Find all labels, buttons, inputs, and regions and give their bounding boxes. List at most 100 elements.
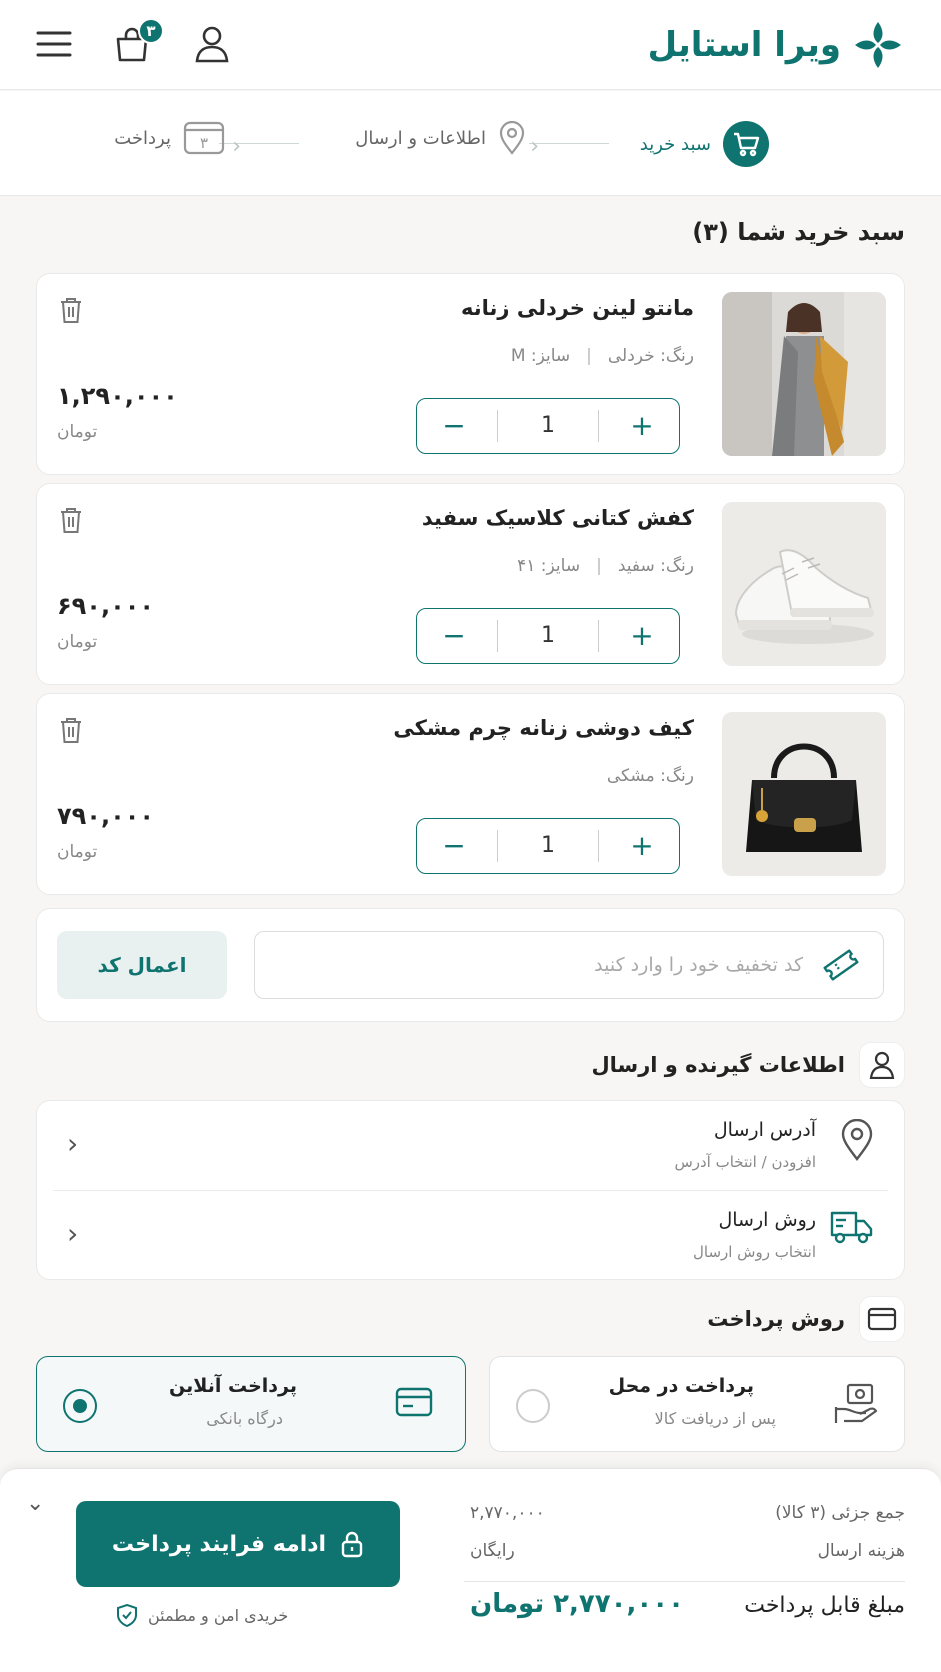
cart-button[interactable]: ۳ [110,18,164,66]
coupon-input[interactable] [383,954,803,976]
total-value: ۲,۷۷۰,۰۰۰ تومان [470,1589,685,1619]
quantity-stepper: + 1 − [416,608,680,664]
remove-item-button[interactable] [59,506,83,538]
credit-card-icon [395,1387,433,1417]
decrease-qty-button[interactable]: − [439,412,469,440]
continue-payment-button[interactable]: ادامه فرایند پرداخت [76,1501,400,1587]
quantity-stepper: + 1 − [416,818,680,874]
apply-coupon-button[interactable]: اعمال کد [57,931,227,999]
address-title: آدرس ارسال [713,1119,816,1141]
location-pin-icon [841,1119,873,1161]
remove-item-button[interactable] [59,716,83,748]
product-color: رنگ: مشکی [606,766,694,786]
order-summary-bar: ⌄ جمع جزئی (۳ کالا) ۲,۷۷۰,۰۰۰ هزینه ارسا… [0,1468,941,1672]
quantity-stepper: + 1 − [416,398,680,454]
product-price: ۱,۲۹۰,۰۰۰ [57,382,178,410]
shield-check-icon [117,1603,137,1627]
payment-option-subtitle: درگاه بانکی [206,1409,283,1428]
trash-icon [61,718,81,743]
section-heading: اطلاعات گیرنده و ارسال [591,1053,845,1077]
radio-button-selected[interactable] [63,1389,97,1423]
chevron-left-icon: ‹ [67,1127,79,1160]
decrease-qty-button[interactable]: − [439,622,469,650]
product-name: کفش کتانی کلاسیک سفید [421,506,694,530]
step-label: پرداخت [114,127,171,149]
product-name: کیف دوشی زنانه چرم مشکی [393,716,694,740]
cart-icon [723,121,769,167]
brand-logo[interactable]: ویرا استایل [648,18,905,72]
cart-count-badge: ۳ [138,18,164,44]
step-cart[interactable]: سبد خرید [640,121,769,167]
product-color: رنگ: سفید [617,556,694,576]
product-color: رنگ: خردلی [607,346,694,366]
coupon-field [254,931,884,999]
shipping-method-row[interactable]: روش ارسال انتخاب روش ارسال ‹ [53,1191,888,1279]
increase-qty-button[interactable]: + [627,622,657,650]
increase-qty-button[interactable]: + [627,412,657,440]
address-subtitle: افزودن / انتخاب آدرس [674,1153,816,1171]
lock-icon [341,1531,363,1558]
shipping-title: روش ارسال [718,1209,816,1231]
subtotal-value: ۲,۷۷۰,۰۰۰ [470,1503,545,1523]
product-attributes: رنگ: خردلی | سایز: M [511,346,694,366]
cart-item: کفش کتانی کلاسیک سفید رنگ: سفید | سایز: … [36,483,905,685]
chevron-left-icon: ‹ [232,134,241,159]
shipping-address-row[interactable]: آدرس ارسال افزودن / انتخاب آدرس ‹ [53,1101,888,1189]
ticket-icon [823,949,859,981]
delivery-truck-icon [830,1211,873,1244]
payment-option-online[interactable]: پرداخت آنلاین درگاه بانکی [36,1356,466,1452]
product-price: ۷۹۰,۰۰۰ [57,802,155,830]
currency-label: تومان [57,632,98,652]
user-icon [859,1042,905,1088]
increase-qty-button[interactable]: + [627,832,657,860]
product-image-sneakers[interactable] [722,502,886,666]
flower-logo-icon [855,22,901,68]
account-button[interactable] [190,22,234,66]
section-heading: روش پرداخت [707,1307,845,1331]
chevron-down-icon[interactable]: ⌄ [26,1491,44,1516]
cart-item: مانتو لینن خردلی زنانه رنگ: خردلی | سایز… [36,273,905,475]
quantity-value: 1 [497,830,599,862]
product-image-coat[interactable] [722,292,886,456]
svg-text:۳: ۳ [200,134,208,152]
step-label: اطلاعات و ارسال [355,127,486,149]
quantity-value: 1 [497,410,599,442]
product-name: مانتو لینن خردلی زنانه [461,296,694,320]
receiver-card: آدرس ارسال افزودن / انتخاب آدرس ‹ روش ار… [36,1100,905,1280]
cta-label: ادامه فرایند پرداخت [111,1531,327,1557]
step-label: سبد خرید [639,133,711,155]
menu-button[interactable] [32,22,76,66]
product-attributes: رنگ: مشکی [607,766,694,786]
payment-card-icon: ۳ [183,121,225,155]
shipping-subtitle: انتخاب روش ارسال [692,1243,816,1261]
receiver-section-title: اطلاعات گیرنده و ارسال [591,1042,905,1088]
chevron-left-icon: ‹ [530,134,539,159]
divider: | [596,556,602,576]
hamburger-menu-icon [36,31,72,57]
step-payment[interactable]: ۳ پرداخت [114,121,225,155]
card-icon [859,1296,905,1342]
total-label: مبلغ قابل پرداخت [744,1593,905,1618]
cart-title: سبد خرید شما (۳) [692,218,905,246]
subtotal-label: جمع جزئی (۳ کالا) [775,1503,905,1523]
secure-purchase-note: خریدی امن و مطمئن [116,1603,288,1627]
step-connector [529,143,609,144]
divider: | [586,346,592,366]
radio-button[interactable] [516,1389,550,1423]
payment-option-cod[interactable]: پرداخت در محل پس از دریافت کالا [489,1356,905,1452]
decrease-qty-button[interactable]: − [439,832,469,860]
cash-hand-icon [834,1383,878,1423]
payment-option-title: پرداخت در محل [608,1375,754,1397]
checkout-steps: سبد خرید ‹ اطلاعات و ارسال ‹ ۳ پرداخت [0,91,941,196]
payment-section-title: روش پرداخت [707,1296,905,1342]
remove-item-button[interactable] [59,296,83,328]
coupon-box: اعمال کد [36,908,905,1022]
top-header: ویرا استایل ۳ [0,0,941,90]
trash-icon [61,298,81,323]
product-image-handbag[interactable] [722,712,886,876]
product-attributes: رنگ: سفید | سایز: ۴۱ [517,556,694,576]
brand-name: ویرا استایل [647,25,841,65]
product-size: سایز: ۴۱ [517,556,581,576]
step-info-shipping[interactable]: اطلاعات و ارسال [355,121,526,155]
user-icon [195,26,229,63]
